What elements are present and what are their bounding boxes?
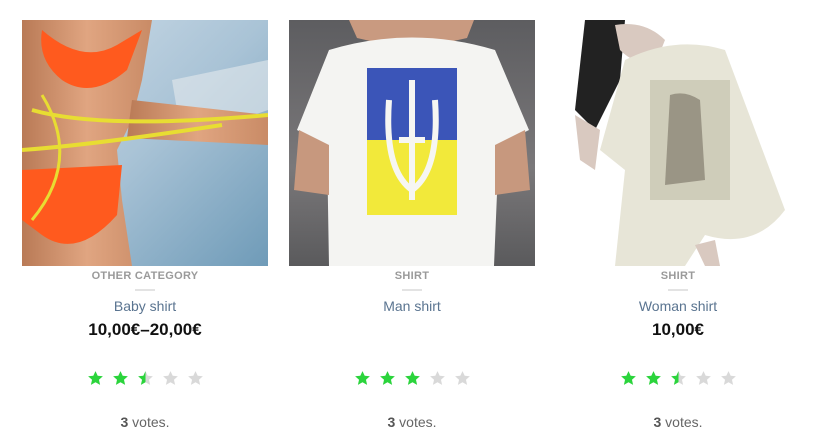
vote-count: 3 votes. (22, 414, 268, 430)
vote-count: 3 votes. (555, 414, 801, 430)
product-price (289, 320, 535, 342)
product-title-link[interactable]: Baby shirt (22, 298, 268, 314)
product-image[interactable] (289, 20, 535, 266)
product-title-link[interactable]: Woman shirt (555, 298, 801, 314)
rating-stars[interactable] (22, 370, 268, 394)
product-price: 10,00€ (652, 320, 704, 339)
divider (135, 289, 155, 291)
star-icon[interactable] (404, 370, 421, 387)
star-icon[interactable] (187, 370, 204, 387)
star-icon[interactable] (670, 370, 687, 387)
vote-label: votes. (128, 414, 170, 430)
star-icon[interactable] (162, 370, 179, 387)
star-icon[interactable] (87, 370, 104, 387)
product-image[interactable] (555, 20, 801, 266)
star-icon[interactable] (695, 370, 712, 387)
vote-label: votes. (661, 414, 703, 430)
star-icon[interactable] (720, 370, 737, 387)
divider (668, 289, 688, 291)
vote-count: 3 votes. (289, 414, 535, 430)
star-icon[interactable] (620, 370, 637, 387)
product-price: 10,00€–20,00€ (88, 320, 202, 339)
divider (402, 289, 422, 291)
star-icon[interactable] (354, 370, 371, 387)
product-card: SHIRT Woman shirt 10,00€ 3 votes. (555, 20, 801, 430)
product-image[interactable] (22, 20, 268, 266)
star-icon[interactable] (645, 370, 662, 387)
product-category[interactable]: SHIRT (289, 270, 535, 282)
star-icon[interactable] (112, 370, 129, 387)
product-category[interactable]: SHIRT (555, 270, 801, 282)
rating-stars[interactable] (555, 370, 801, 394)
star-icon[interactable] (429, 370, 446, 387)
rating-stars[interactable] (289, 370, 535, 394)
product-card: SHIRT Man shirt 3 votes. (289, 20, 535, 430)
star-icon[interactable] (137, 370, 154, 387)
product-card: OTHER CATEGORY Baby shirt 10,00€–20,00€ … (22, 20, 268, 430)
product-title-link[interactable]: Man shirt (289, 298, 535, 314)
product-category[interactable]: OTHER CATEGORY (22, 270, 268, 282)
star-icon[interactable] (454, 370, 471, 387)
star-icon[interactable] (379, 370, 396, 387)
vote-label: votes. (395, 414, 437, 430)
